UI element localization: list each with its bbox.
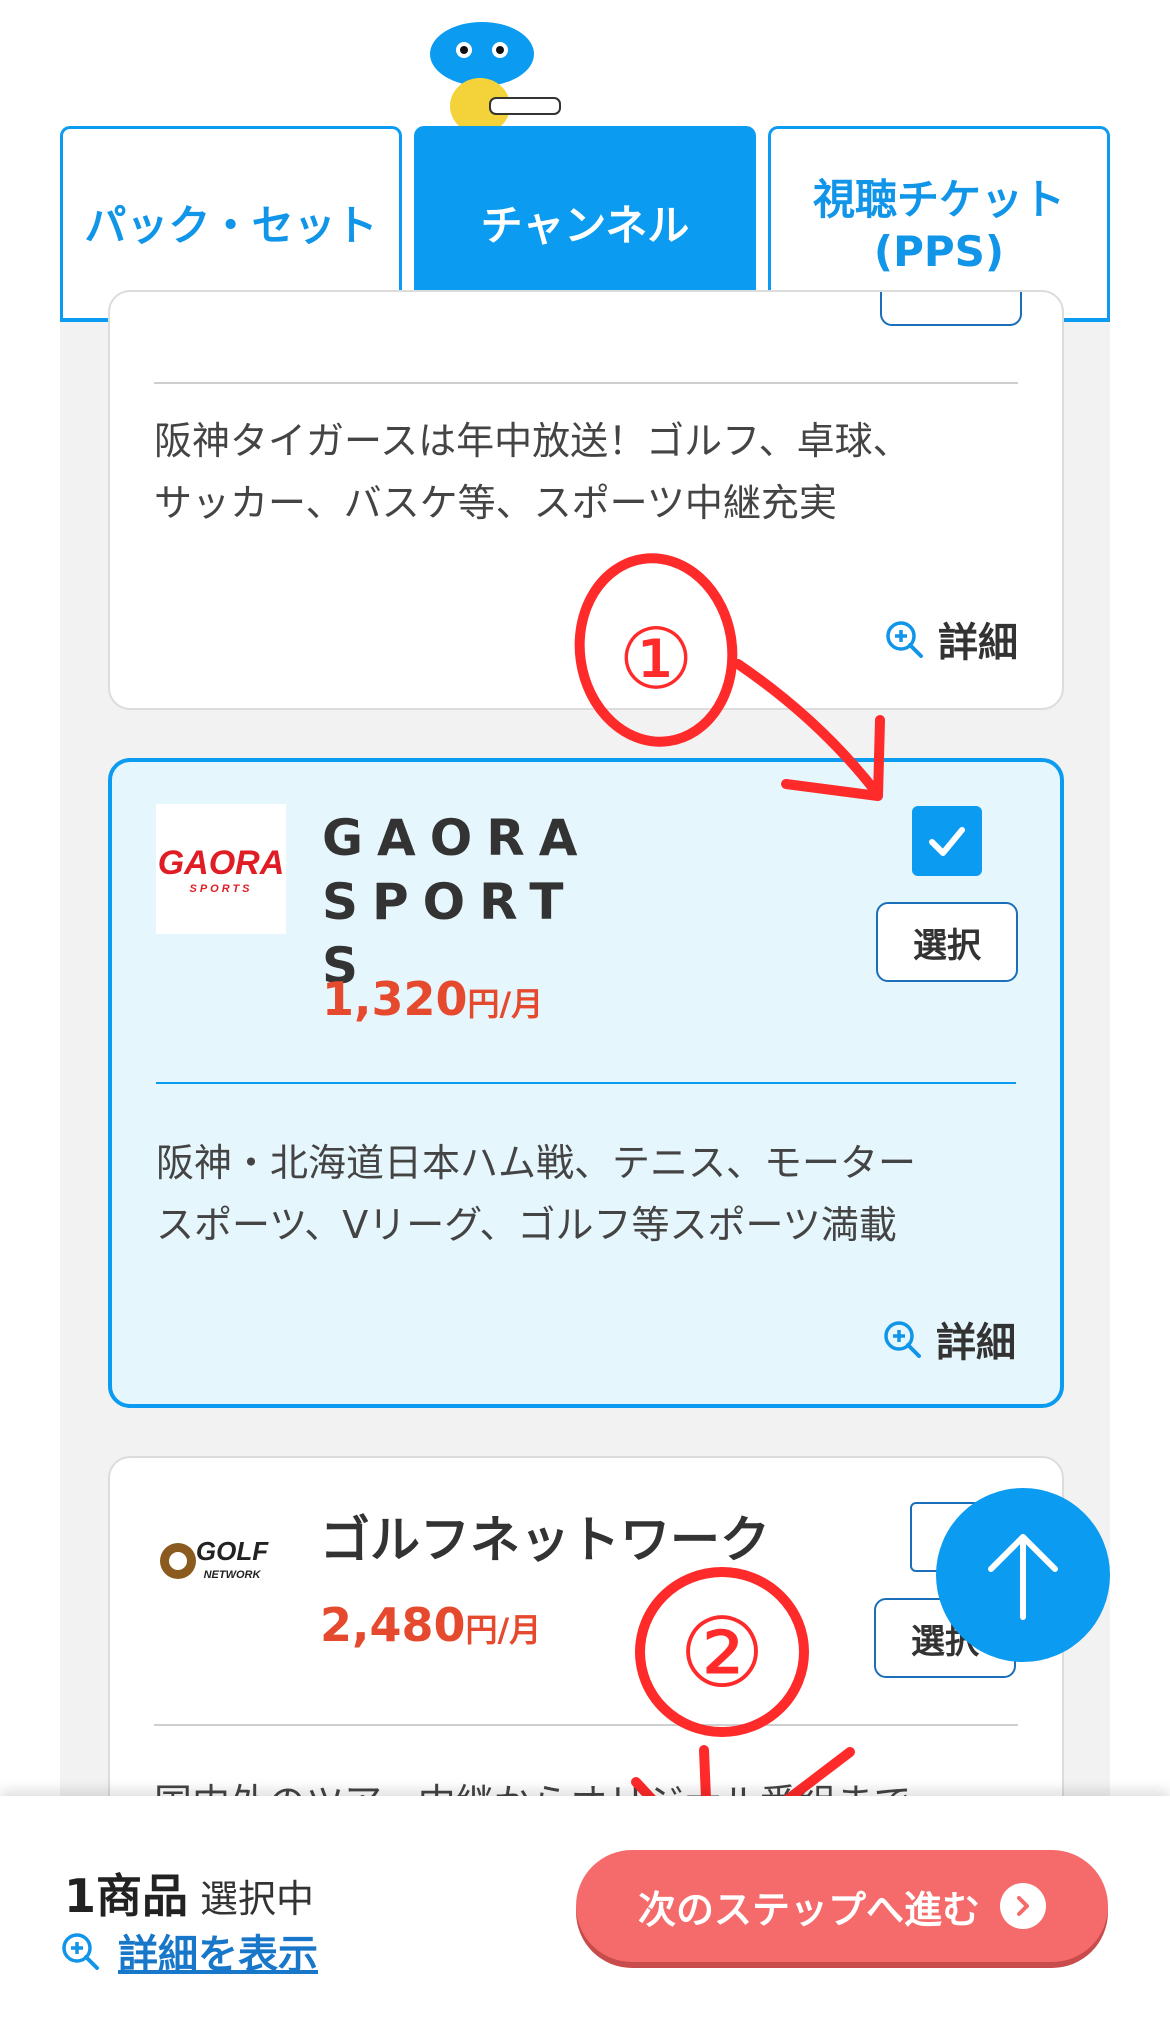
channel-card-previous: 阪神タイガースは年中放送！ゴルフ、卓球、 サッカー、バスケ等、スポーツ中継充実 … [108,290,1064,710]
svg-text:SPORTS: SPORTS [189,883,252,895]
channel-description: 阪神・北海道日本ハム戦、テニス、モーター スポーツ、Vリーグ、ゴルフ等スポーツ満… [156,1141,917,1247]
svg-text:GAORA: GAORA [158,844,285,882]
chevron-right-icon [1000,1883,1046,1929]
mascot-image [430,22,561,140]
channel-name: ゴルフネットワーク [320,1511,770,1569]
detail-label: 詳細 [936,1320,1016,1366]
tab-channel-label: チャンネル [480,200,690,250]
zoom-in-icon [886,621,923,658]
channel-name: GAORA SPORT S [322,809,656,995]
show-detail-link[interactable]: 詳細を表示 [60,1922,318,1980]
tab-pps-label: 視聴チケット [812,174,1065,224]
next-step-label: 次のステップへ進む [637,1887,980,1932]
check-icon [929,827,965,856]
channel-price: 1,320円/月 [322,972,544,1026]
svg-text:GOLF: GOLF [196,1536,269,1566]
scroll-to-top-button[interactable] [936,1488,1110,1662]
card-divider [154,1724,1018,1726]
select-button[interactable]: 選択 [876,902,1018,982]
select-button-partial[interactable] [880,292,1022,326]
bottom-bar: 1商品 選択中 詳細を表示 次のステップへ進む [0,1796,1170,2018]
zoom-in-icon [884,1321,921,1358]
gaora-logo: GAORA SPORTS [156,804,286,934]
svg-text:NETWORK: NETWORK [204,1569,262,1581]
channel-price: 2,480円/月 [320,1598,542,1652]
arrow-up-icon [988,1534,1058,1620]
show-detail-label: 詳細を表示 [118,1932,318,1978]
detail-label: 詳細 [938,620,1018,666]
zoom-in-icon [62,1933,99,1970]
detail-link[interactable]: 詳細 [884,610,1018,668]
channel-description: 阪神タイガースは年中放送！ゴルフ、卓球、 サッカー、バスケ等、スポーツ中継充実 [154,419,911,525]
page: パック・セット チャンネル 視聴チケット (PPS) 阪神タイガースは年中放送！… [0,0,1170,2018]
next-step-button[interactable]: 次のステップへ進む [576,1850,1108,1962]
selected-count: 1商品 選択中 [64,1869,315,1923]
tab-pps-sublabel: (PPS) [873,226,1005,276]
golf-network-logo: GOLF NETWORK [154,1498,284,1628]
detail-link[interactable]: 詳細 [882,1310,1016,1368]
card-divider [154,382,1018,384]
card-divider [156,1082,1016,1084]
select-checkbox-checked[interactable] [912,806,982,876]
channel-card-gaora[interactable]: GAORA SPORTS GAORA SPORT S 1,320円/月 選択 阪… [108,758,1064,1408]
tab-pack-set-label: パック・セット [84,200,378,250]
